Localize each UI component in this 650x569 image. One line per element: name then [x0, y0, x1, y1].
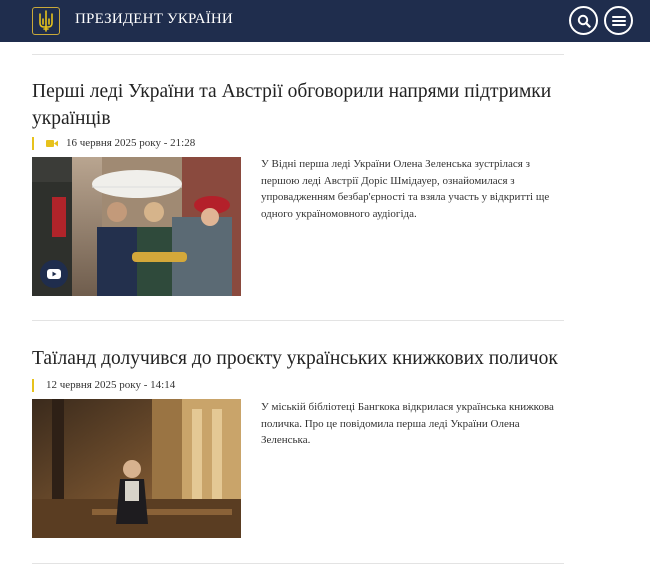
youtube-icon [47, 269, 61, 279]
menu-button[interactable] [604, 6, 633, 35]
news-image[interactable] [32, 157, 241, 296]
news-date: 12 червня 2025 року - 14:14 [46, 379, 176, 391]
site-header: ПРЕЗИДЕНТ УКРАЇНИ [0, 0, 650, 42]
news-item: Таїланд долучився до проєкту українських… [32, 345, 564, 545]
divider [32, 563, 564, 564]
news-item: Перші леді України та Австрії обговорили… [32, 78, 564, 303]
site-title[interactable]: ПРЕЗИДЕНТ УКРАЇНИ [75, 11, 233, 28]
divider [32, 320, 564, 321]
play-video-button[interactable] [40, 260, 68, 288]
news-image[interactable] [32, 399, 241, 538]
divider [32, 54, 564, 55]
video-camera-icon [46, 139, 58, 148]
news-description: У міській бібліотеці Бангкока відкрилася… [261, 401, 554, 446]
search-button[interactable] [569, 6, 598, 35]
news-meta: 12 червня 2025 року - 14:14 [32, 379, 175, 392]
news-title[interactable]: Таїланд долучився до проєкту українських… [32, 345, 564, 372]
trident-icon[interactable] [32, 7, 60, 35]
news-title[interactable]: Перші леді України та Австрії обговорили… [32, 78, 564, 132]
news-description: У Відні перша леді України Олена Зеленсь… [261, 158, 550, 220]
news-meta: 16 червня 2025 року - 21:28 [32, 137, 195, 150]
menu-icon [611, 15, 626, 26]
news-date: 16 червня 2025 року - 21:28 [66, 137, 196, 149]
search-icon [577, 14, 591, 28]
